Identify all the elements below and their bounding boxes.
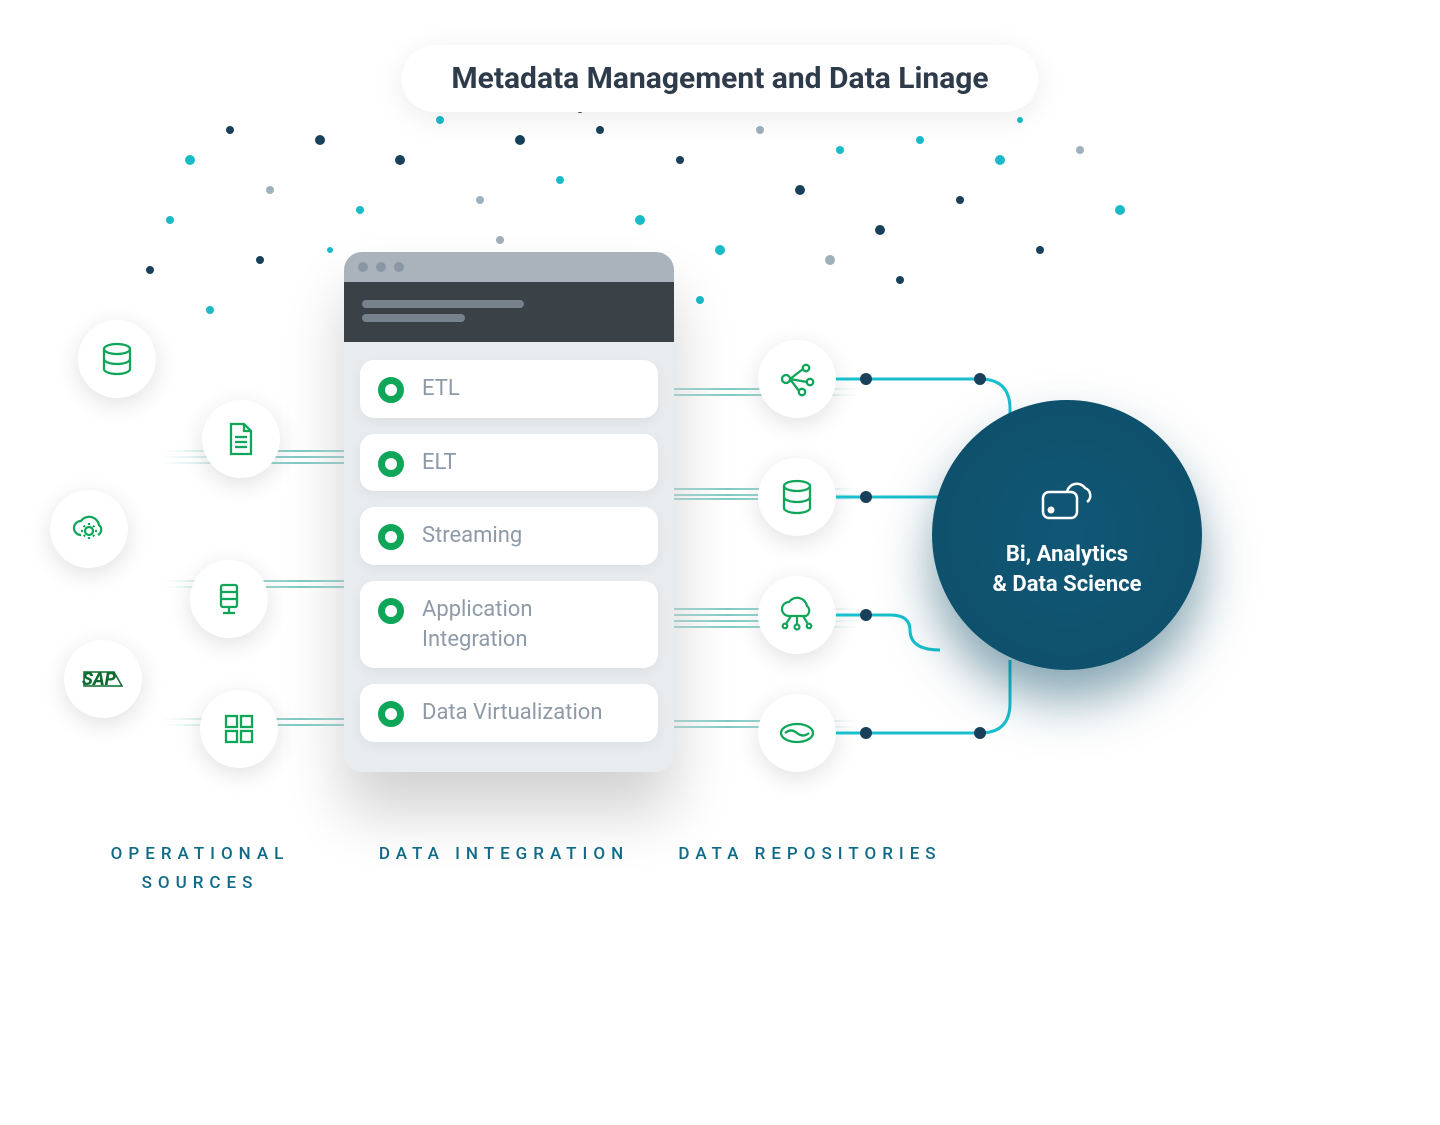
window-menubar (344, 282, 674, 342)
bi-text-line2: & Data Science (992, 572, 1141, 597)
database-icon (78, 320, 156, 398)
bi-text-line1: Bi, Analytics (1006, 542, 1128, 567)
integration-label: Streaming (422, 521, 522, 551)
radio-icon (378, 701, 404, 727)
integration-item-data-virtualization: Data Virtualization (360, 684, 658, 742)
operational-sources-icons: SAP (50, 320, 310, 800)
bi-cloud-device-icon (1037, 470, 1097, 524)
cloud-network-icon (758, 576, 836, 654)
column-label-data-repositories: DATA REPOSITORIES (660, 840, 960, 869)
bi-analytics-circle: Bi, Analytics & Data Science (932, 400, 1202, 670)
server-icon (190, 560, 268, 638)
integration-item-etl: ETL (360, 360, 658, 418)
integration-item-app-integration: Application Integration (360, 581, 658, 668)
radio-icon (378, 598, 404, 624)
radio-icon (378, 524, 404, 550)
sap-label: SAP (82, 669, 116, 690)
sap-icon: SAP (64, 640, 142, 718)
column-label-operational-sources: OPERATIONAL SOURCES (70, 840, 330, 898)
app-grid-icon (200, 690, 278, 768)
integration-item-streaming: Streaming (360, 507, 658, 565)
integration-list: ETL ELT Streaming Application Integratio… (344, 342, 674, 772)
radio-icon (378, 451, 404, 477)
integration-label: Data Virtualization (422, 698, 603, 728)
file-icon (202, 400, 280, 478)
data-integration-window: ETL ELT Streaming Application Integratio… (344, 252, 674, 772)
integration-label: ELT (422, 448, 457, 478)
column-label-data-integration: DATA INTEGRATION (374, 840, 634, 869)
graph-network-icon (758, 340, 836, 418)
datastore-icon (758, 458, 836, 536)
diagram-title: Metadata Management and Data Linage (401, 45, 1038, 112)
window-titlebar (344, 252, 674, 282)
cloud-gear-icon (50, 490, 128, 568)
data-lake-icon (758, 694, 836, 772)
integration-label: Application Integration (422, 595, 638, 654)
data-repositories-icons (758, 340, 878, 790)
radio-icon (378, 377, 404, 403)
integration-item-elt: ELT (360, 434, 658, 492)
integration-label: ETL (422, 374, 460, 404)
